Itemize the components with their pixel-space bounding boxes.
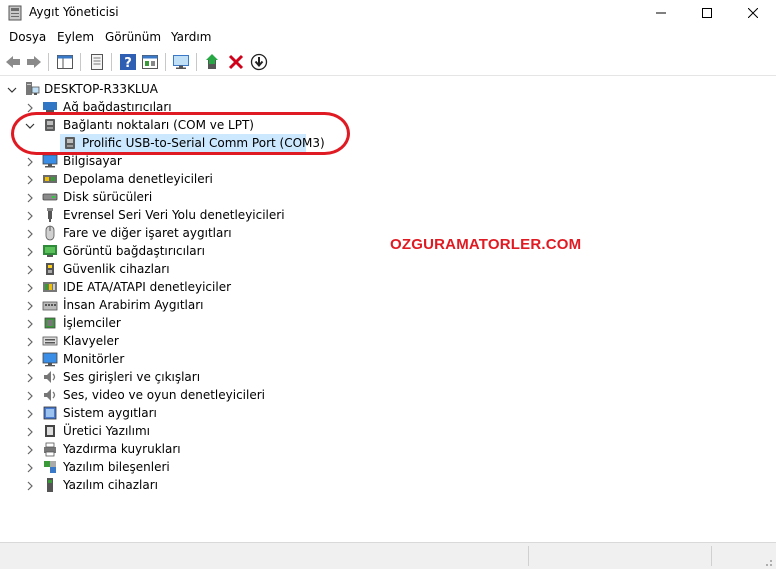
menu-eylem[interactable]: Eylem bbox=[57, 30, 94, 44]
security-device-icon bbox=[46, 263, 54, 275]
tree-category-label[interactable]: İşlemciler bbox=[63, 314, 121, 332]
status-separator bbox=[528, 546, 529, 566]
disk-drive-icon bbox=[42, 193, 58, 201]
menu-gorunum[interactable]: Görünüm bbox=[105, 30, 161, 44]
ide-controller-icon bbox=[43, 282, 57, 292]
chevron-right-icon[interactable] bbox=[25, 301, 35, 311]
help-button[interactable]: ? bbox=[119, 53, 137, 71]
tree-category-label[interactable]: Klavyeler bbox=[63, 332, 119, 350]
back-button[interactable] bbox=[4, 53, 22, 71]
tree-category-label[interactable]: İnsan Arabirim Aygıtları bbox=[63, 296, 204, 314]
processor-icon bbox=[44, 317, 56, 329]
tree-category-label[interactable]: Disk sürücüleri bbox=[63, 188, 152, 206]
toolbar-separator bbox=[111, 53, 112, 71]
software-device-icon bbox=[47, 478, 53, 492]
resize-grip-icon[interactable] bbox=[761, 555, 773, 567]
forward-button[interactable] bbox=[25, 53, 43, 71]
chevron-right-icon[interactable] bbox=[25, 229, 35, 239]
svg-text:?: ? bbox=[124, 56, 132, 71]
annotation-ellipse bbox=[11, 112, 350, 155]
chevron-right-icon[interactable] bbox=[25, 157, 35, 167]
chevron-right-icon[interactable] bbox=[25, 445, 35, 455]
status-bar bbox=[0, 542, 776, 569]
usb-icon bbox=[47, 208, 53, 222]
chevron-right-icon[interactable] bbox=[25, 391, 35, 401]
toolbar-separator bbox=[48, 53, 49, 71]
chevron-right-icon[interactable] bbox=[25, 409, 35, 419]
tree-category-label[interactable]: Sistem aygıtları bbox=[63, 404, 157, 422]
computer-icon bbox=[26, 82, 40, 95]
tree-category-label[interactable]: Fare ve diğer işaret aygıtları bbox=[63, 224, 232, 242]
show-hide-console-tree-button[interactable] bbox=[56, 53, 74, 71]
firmware-icon bbox=[45, 425, 55, 437]
computer-icon bbox=[42, 154, 58, 168]
update-driver-button[interactable] bbox=[204, 53, 222, 71]
chevron-right-icon[interactable] bbox=[25, 247, 35, 257]
menu-dosya[interactable]: Dosya bbox=[9, 30, 46, 44]
maximize-icon bbox=[702, 8, 712, 18]
toolbar: ? bbox=[0, 49, 776, 76]
window-title: Aygıt Yöneticisi bbox=[29, 5, 119, 19]
minimize-icon bbox=[656, 12, 666, 14]
chevron-right-icon[interactable] bbox=[25, 373, 35, 383]
tree-category-label[interactable]: Yazılım cihazları bbox=[63, 476, 158, 494]
status-separator bbox=[711, 546, 712, 566]
tree-category-label[interactable]: Üretici Yazılımı bbox=[63, 422, 150, 440]
tree-category-label[interactable]: Yazdırma kuyrukları bbox=[63, 440, 181, 458]
chevron-right-icon[interactable] bbox=[25, 463, 35, 473]
chevron-right-icon[interactable] bbox=[25, 481, 35, 491]
uninstall-device-button[interactable] bbox=[227, 53, 245, 71]
view-button[interactable] bbox=[141, 53, 159, 71]
chevron-right-icon[interactable] bbox=[25, 337, 35, 347]
device-manager-icon bbox=[8, 5, 22, 21]
tree-category-label[interactable]: Depolama denetleyicileri bbox=[63, 170, 213, 188]
properties-button[interactable] bbox=[88, 53, 106, 71]
chevron-right-icon[interactable] bbox=[25, 265, 35, 275]
system-device-icon bbox=[43, 406, 57, 420]
tree-category-label[interactable]: Evrensel Seri Veri Yolu denetleyicileri bbox=[63, 206, 285, 224]
chevron-right-icon[interactable] bbox=[25, 427, 35, 437]
print-queue-icon bbox=[44, 442, 56, 457]
tree-category-label[interactable]: Ses, video ve oyun denetleyicileri bbox=[63, 386, 265, 404]
close-icon bbox=[748, 8, 758, 18]
tree-category-label[interactable]: Yazılım bileşenleri bbox=[63, 458, 170, 476]
chevron-right-icon[interactable] bbox=[25, 319, 35, 329]
toolbar-separator bbox=[196, 53, 197, 71]
chevron-right-icon[interactable] bbox=[25, 193, 35, 203]
chevron-right-icon[interactable] bbox=[25, 175, 35, 185]
maximize-button[interactable] bbox=[684, 0, 730, 26]
tree-root-label[interactable]: DESKTOP-R33KLUA bbox=[44, 80, 158, 98]
menu-bar: Dosya Eylem Görünüm Yardım bbox=[0, 27, 776, 47]
speaker-icon bbox=[44, 389, 56, 401]
tree-category-label[interactable]: Görüntü bağdaştırıcıları bbox=[63, 242, 205, 260]
minimize-button[interactable] bbox=[638, 0, 684, 26]
chevron-right-icon[interactable] bbox=[25, 211, 35, 221]
hid-icon bbox=[42, 301, 58, 311]
storage-controller-icon bbox=[43, 175, 57, 183]
chevron-right-icon[interactable] bbox=[25, 355, 35, 365]
toolbar-separator bbox=[165, 53, 166, 71]
menu-yardim[interactable]: Yardım bbox=[171, 30, 211, 44]
tree-category-label[interactable]: Ses girişleri ve çıkışları bbox=[63, 368, 200, 386]
disable-device-button[interactable] bbox=[250, 53, 268, 71]
chevron-right-icon[interactable] bbox=[25, 283, 35, 293]
tree-category-label[interactable]: Güvenlik cihazları bbox=[63, 260, 170, 278]
watermark-text: OZGURAMATORLER.COM bbox=[390, 236, 582, 253]
display-adapter-icon bbox=[43, 245, 57, 257]
speaker-icon bbox=[44, 371, 56, 383]
monitor-icon bbox=[42, 352, 58, 367]
tree-category-label[interactable]: IDE ATA/ATAPI denetleyiciler bbox=[63, 278, 231, 296]
chevron-down-icon[interactable] bbox=[7, 85, 17, 95]
mouse-icon bbox=[45, 225, 55, 241]
software-component-icon bbox=[44, 461, 56, 473]
keyboard-icon bbox=[42, 336, 58, 346]
tree-category-label[interactable]: Monitörler bbox=[63, 350, 124, 368]
scan-hardware-button[interactable] bbox=[172, 53, 190, 71]
close-button[interactable] bbox=[730, 0, 776, 26]
title-bar: Aygıt Yöneticisi bbox=[0, 0, 776, 26]
toolbar-separator bbox=[80, 53, 81, 71]
